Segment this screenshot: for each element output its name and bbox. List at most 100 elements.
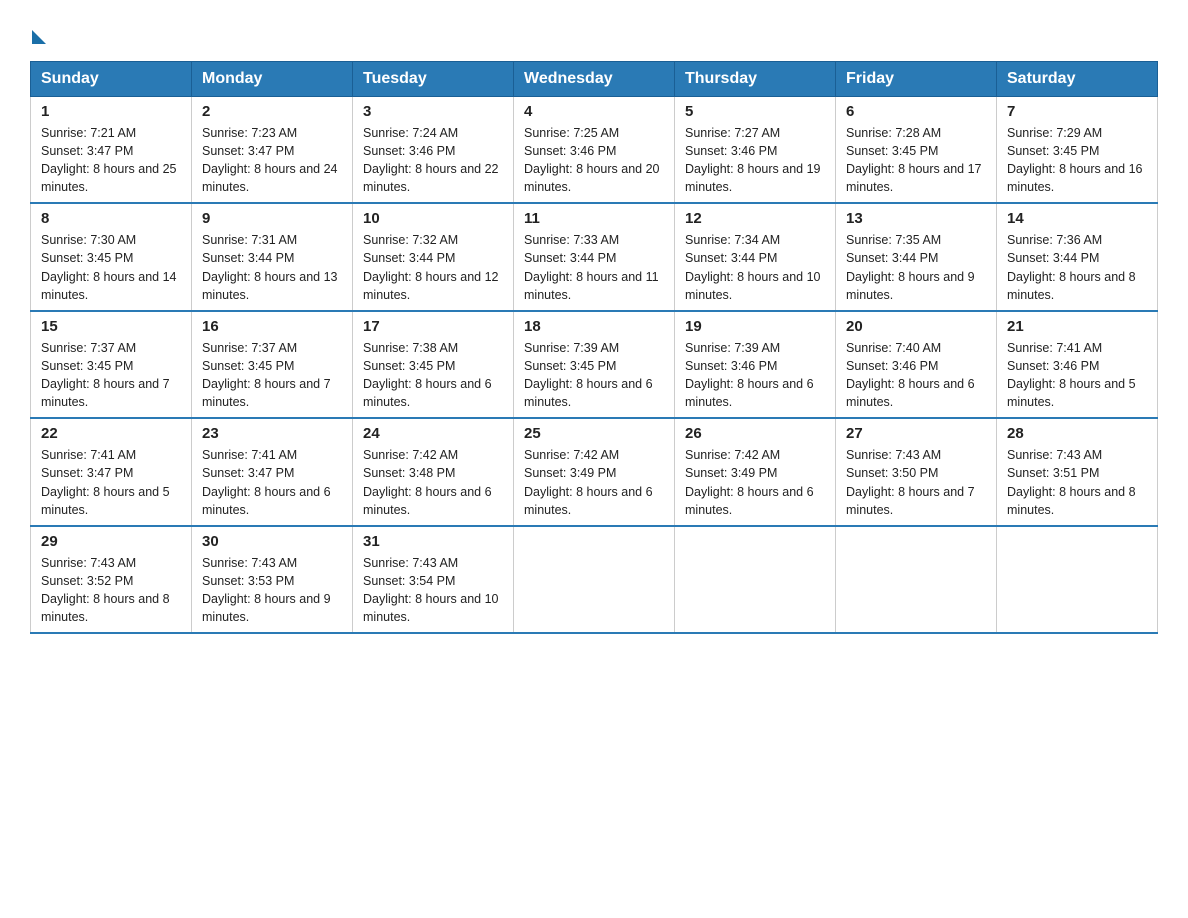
day-info: Sunrise: 7:41 AMSunset: 3:47 PMDaylight:… [41,446,181,519]
calendar-day-cell [675,526,836,634]
logo-arrow-icon [32,30,46,44]
calendar-day-cell: 19 Sunrise: 7:39 AMSunset: 3:46 PMDaylig… [675,311,836,419]
calendar-day-cell [514,526,675,634]
day-number: 7 [1007,103,1147,120]
day-number: 26 [685,425,825,442]
day-info: Sunrise: 7:30 AMSunset: 3:45 PMDaylight:… [41,231,181,304]
weekday-header: Monday [192,61,353,96]
calendar-day-cell: 27 Sunrise: 7:43 AMSunset: 3:50 PMDaylig… [836,418,997,526]
day-number: 1 [41,103,181,120]
calendar-day-cell: 15 Sunrise: 7:37 AMSunset: 3:45 PMDaylig… [31,311,192,419]
day-number: 28 [1007,425,1147,442]
calendar-day-cell: 11 Sunrise: 7:33 AMSunset: 3:44 PMDaylig… [514,203,675,311]
day-info: Sunrise: 7:43 AMSunset: 3:51 PMDaylight:… [1007,446,1147,519]
calendar-day-cell: 30 Sunrise: 7:43 AMSunset: 3:53 PMDaylig… [192,526,353,634]
day-number: 31 [363,533,503,550]
day-info: Sunrise: 7:40 AMSunset: 3:46 PMDaylight:… [846,339,986,412]
day-info: Sunrise: 7:25 AMSunset: 3:46 PMDaylight:… [524,124,664,197]
day-number: 25 [524,425,664,442]
day-number: 14 [1007,210,1147,227]
calendar-week-row: 29 Sunrise: 7:43 AMSunset: 3:52 PMDaylig… [31,526,1158,634]
day-number: 29 [41,533,181,550]
calendar-day-cell: 17 Sunrise: 7:38 AMSunset: 3:45 PMDaylig… [353,311,514,419]
weekday-header: Sunday [31,61,192,96]
calendar-day-cell: 2 Sunrise: 7:23 AMSunset: 3:47 PMDayligh… [192,96,353,203]
day-number: 17 [363,318,503,335]
calendar-day-cell: 22 Sunrise: 7:41 AMSunset: 3:47 PMDaylig… [31,418,192,526]
day-number: 6 [846,103,986,120]
day-number: 30 [202,533,342,550]
calendar-header-row: SundayMondayTuesdayWednesdayThursdayFrid… [31,61,1158,96]
day-number: 23 [202,425,342,442]
weekday-header: Thursday [675,61,836,96]
day-info: Sunrise: 7:31 AMSunset: 3:44 PMDaylight:… [202,231,342,304]
day-info: Sunrise: 7:23 AMSunset: 3:47 PMDaylight:… [202,124,342,197]
calendar-day-cell: 4 Sunrise: 7:25 AMSunset: 3:46 PMDayligh… [514,96,675,203]
day-number: 2 [202,103,342,120]
calendar-week-row: 8 Sunrise: 7:30 AMSunset: 3:45 PMDayligh… [31,203,1158,311]
day-info: Sunrise: 7:29 AMSunset: 3:45 PMDaylight:… [1007,124,1147,197]
calendar-day-cell: 24 Sunrise: 7:42 AMSunset: 3:48 PMDaylig… [353,418,514,526]
calendar-day-cell: 20 Sunrise: 7:40 AMSunset: 3:46 PMDaylig… [836,311,997,419]
day-info: Sunrise: 7:28 AMSunset: 3:45 PMDaylight:… [846,124,986,197]
calendar-day-cell: 21 Sunrise: 7:41 AMSunset: 3:46 PMDaylig… [997,311,1158,419]
calendar-day-cell: 23 Sunrise: 7:41 AMSunset: 3:47 PMDaylig… [192,418,353,526]
day-info: Sunrise: 7:42 AMSunset: 3:49 PMDaylight:… [524,446,664,519]
calendar-day-cell: 5 Sunrise: 7:27 AMSunset: 3:46 PMDayligh… [675,96,836,203]
day-info: Sunrise: 7:35 AMSunset: 3:44 PMDaylight:… [846,231,986,304]
day-number: 4 [524,103,664,120]
day-info: Sunrise: 7:27 AMSunset: 3:46 PMDaylight:… [685,124,825,197]
day-number: 24 [363,425,503,442]
calendar-week-row: 22 Sunrise: 7:41 AMSunset: 3:47 PMDaylig… [31,418,1158,526]
calendar-day-cell: 12 Sunrise: 7:34 AMSunset: 3:44 PMDaylig… [675,203,836,311]
weekday-header: Wednesday [514,61,675,96]
calendar-day-cell: 28 Sunrise: 7:43 AMSunset: 3:51 PMDaylig… [997,418,1158,526]
day-info: Sunrise: 7:42 AMSunset: 3:48 PMDaylight:… [363,446,503,519]
day-info: Sunrise: 7:33 AMSunset: 3:44 PMDaylight:… [524,231,664,304]
calendar-day-cell: 26 Sunrise: 7:42 AMSunset: 3:49 PMDaylig… [675,418,836,526]
day-number: 16 [202,318,342,335]
day-number: 21 [1007,318,1147,335]
logo [30,20,46,51]
weekday-header: Saturday [997,61,1158,96]
day-number: 27 [846,425,986,442]
calendar-day-cell: 3 Sunrise: 7:24 AMSunset: 3:46 PMDayligh… [353,96,514,203]
day-number: 19 [685,318,825,335]
day-info: Sunrise: 7:39 AMSunset: 3:45 PMDaylight:… [524,339,664,412]
calendar-day-cell: 14 Sunrise: 7:36 AMSunset: 3:44 PMDaylig… [997,203,1158,311]
day-info: Sunrise: 7:39 AMSunset: 3:46 PMDaylight:… [685,339,825,412]
calendar-day-cell: 9 Sunrise: 7:31 AMSunset: 3:44 PMDayligh… [192,203,353,311]
day-number: 15 [41,318,181,335]
day-info: Sunrise: 7:32 AMSunset: 3:44 PMDaylight:… [363,231,503,304]
calendar-week-row: 1 Sunrise: 7:21 AMSunset: 3:47 PMDayligh… [31,96,1158,203]
day-number: 12 [685,210,825,227]
day-number: 11 [524,210,664,227]
day-info: Sunrise: 7:37 AMSunset: 3:45 PMDaylight:… [202,339,342,412]
calendar-day-cell: 10 Sunrise: 7:32 AMSunset: 3:44 PMDaylig… [353,203,514,311]
calendar-day-cell: 18 Sunrise: 7:39 AMSunset: 3:45 PMDaylig… [514,311,675,419]
calendar-day-cell: 13 Sunrise: 7:35 AMSunset: 3:44 PMDaylig… [836,203,997,311]
day-number: 5 [685,103,825,120]
calendar-day-cell: 1 Sunrise: 7:21 AMSunset: 3:47 PMDayligh… [31,96,192,203]
day-info: Sunrise: 7:41 AMSunset: 3:46 PMDaylight:… [1007,339,1147,412]
day-number: 8 [41,210,181,227]
calendar-day-cell [997,526,1158,634]
day-number: 3 [363,103,503,120]
day-number: 20 [846,318,986,335]
calendar-day-cell: 7 Sunrise: 7:29 AMSunset: 3:45 PMDayligh… [997,96,1158,203]
calendar-day-cell: 31 Sunrise: 7:43 AMSunset: 3:54 PMDaylig… [353,526,514,634]
calendar-day-cell: 16 Sunrise: 7:37 AMSunset: 3:45 PMDaylig… [192,311,353,419]
day-info: Sunrise: 7:43 AMSunset: 3:54 PMDaylight:… [363,554,503,627]
page-header [30,20,1158,51]
day-info: Sunrise: 7:36 AMSunset: 3:44 PMDaylight:… [1007,231,1147,304]
day-info: Sunrise: 7:37 AMSunset: 3:45 PMDaylight:… [41,339,181,412]
day-number: 10 [363,210,503,227]
weekday-header: Friday [836,61,997,96]
day-number: 13 [846,210,986,227]
day-info: Sunrise: 7:41 AMSunset: 3:47 PMDaylight:… [202,446,342,519]
day-number: 18 [524,318,664,335]
day-info: Sunrise: 7:43 AMSunset: 3:53 PMDaylight:… [202,554,342,627]
day-info: Sunrise: 7:34 AMSunset: 3:44 PMDaylight:… [685,231,825,304]
calendar-day-cell [836,526,997,634]
calendar-table: SundayMondayTuesdayWednesdayThursdayFrid… [30,61,1158,635]
